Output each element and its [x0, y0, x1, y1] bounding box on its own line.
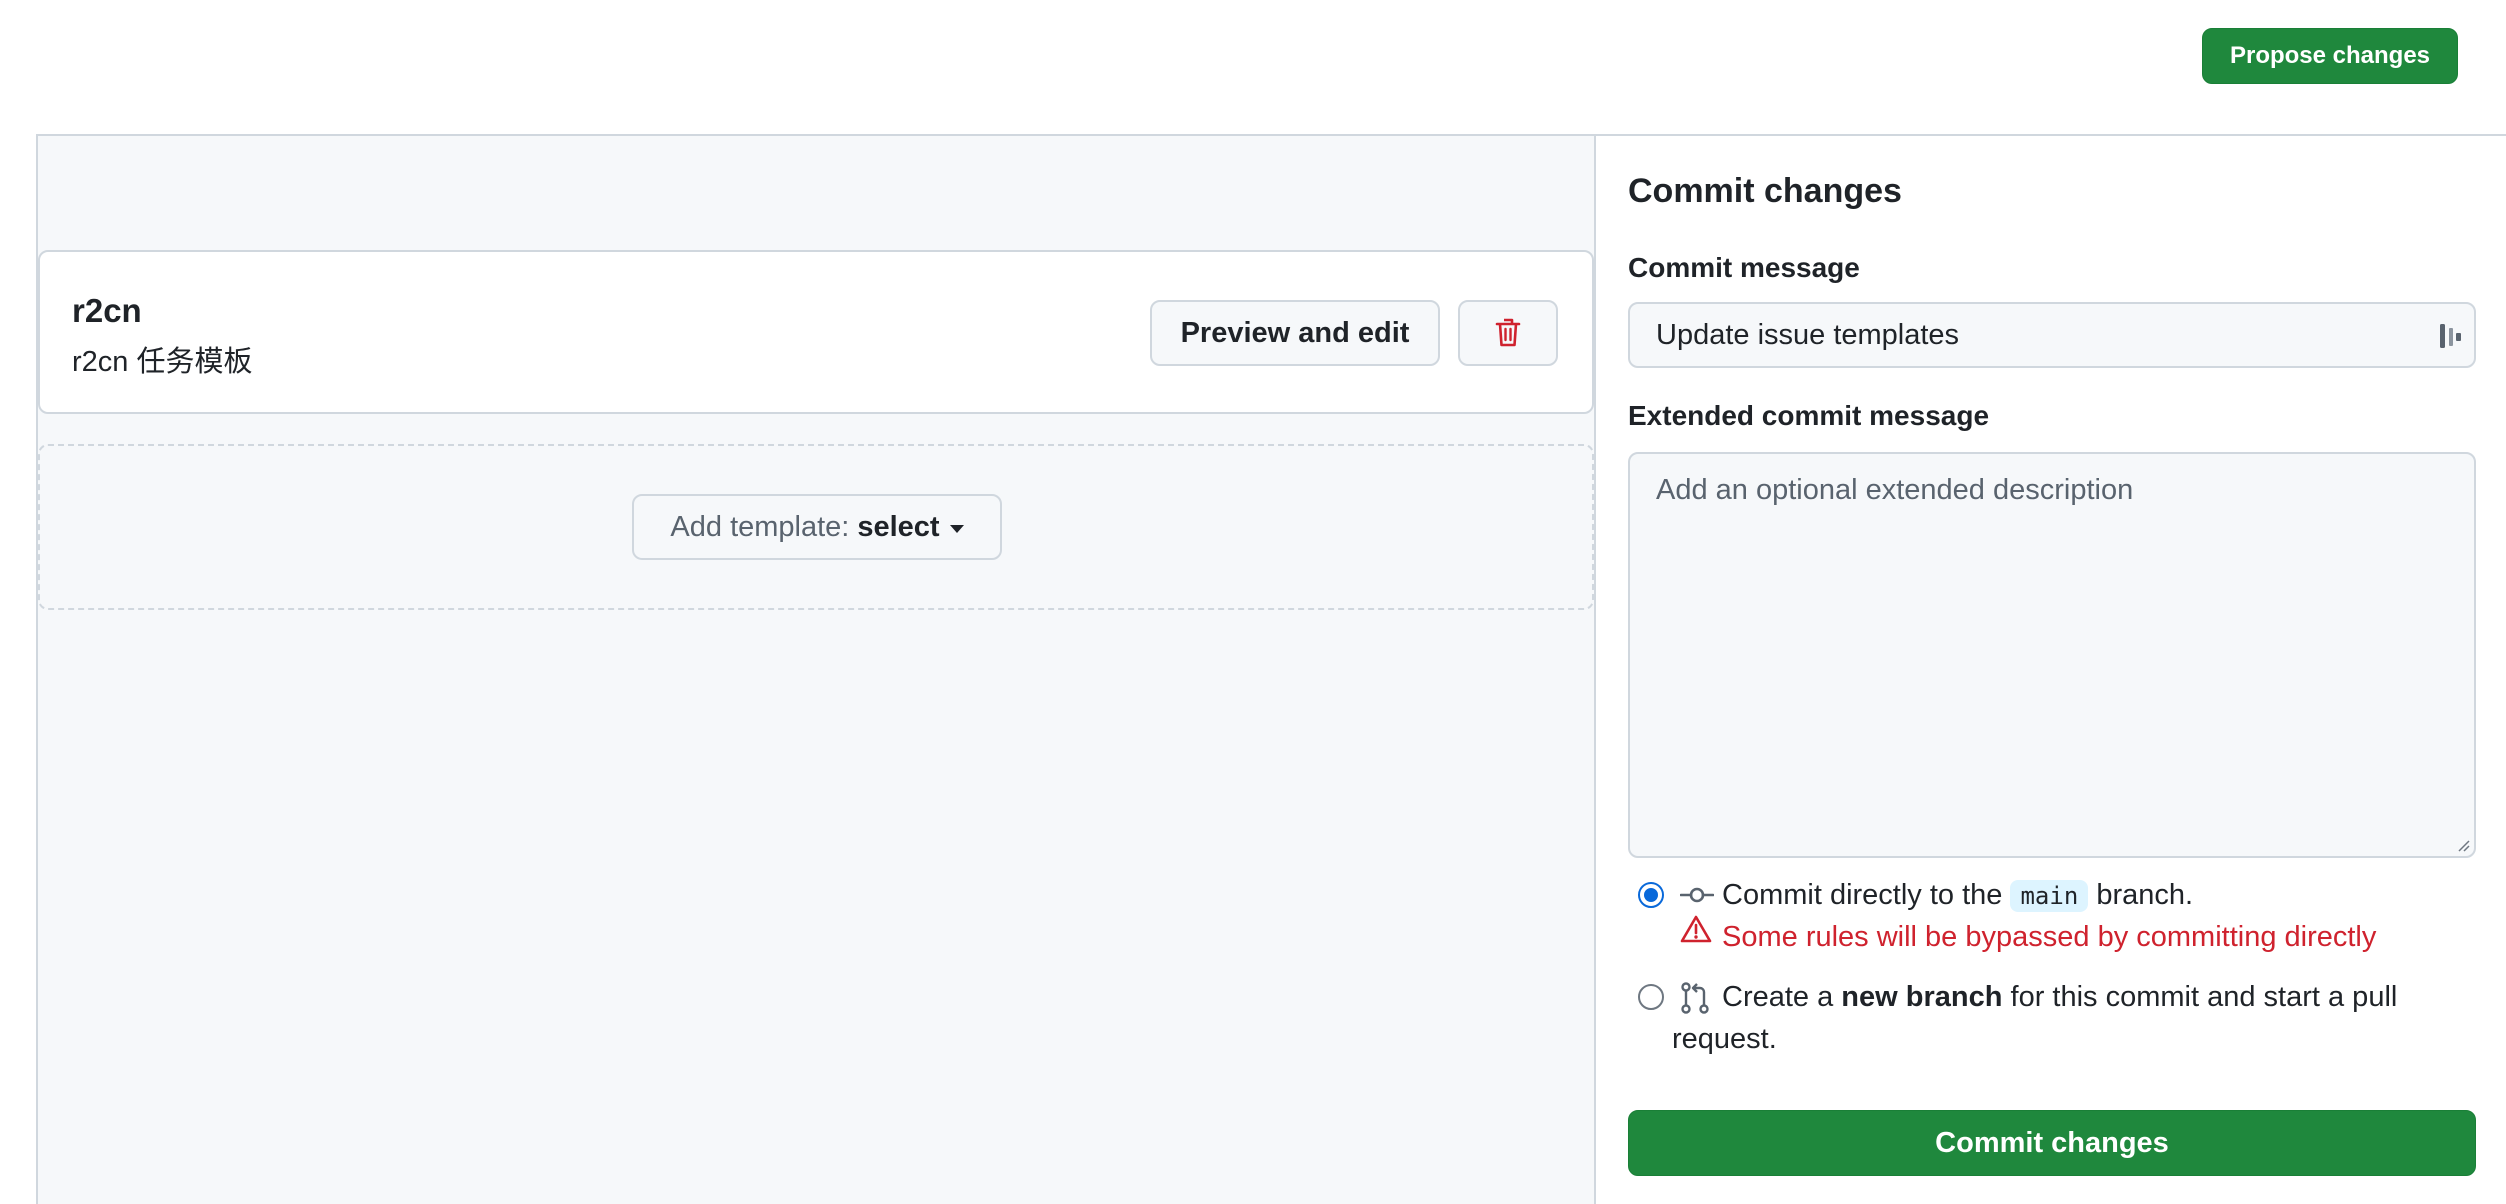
delete-template-button[interactable] [1458, 300, 1558, 366]
add-template-area: Add template: select [38, 444, 1594, 610]
commit-changes-button[interactable]: Commit changes [1628, 1110, 2476, 1176]
extended-message-textarea[interactable]: Add an optional extended description [1628, 452, 2476, 858]
new-branch-label-continued: request. [1672, 1023, 1777, 1055]
commit-message-value: Update issue templates [1656, 318, 1960, 351]
pull-request-icon [1681, 982, 1709, 1014]
branch-name-chip: main [2010, 880, 2089, 912]
new-branch-label: Create a new branch for this commit and … [1722, 976, 2482, 1018]
extended-message-label: Extended commit message [1628, 400, 1990, 431]
add-template-prefix: Add template: [670, 510, 850, 543]
alert-icon [1680, 915, 1712, 943]
propose-changes-button[interactable]: Propose changes [2202, 28, 2458, 84]
copilot-suggest-icon[interactable] [2438, 322, 2464, 350]
commit-message-input[interactable]: Update issue templates [1628, 302, 2476, 368]
new-branch-suffix: for this commit and start a pull [2010, 981, 2398, 1013]
template-description: r2cn 任务模板 [72, 346, 253, 378]
commit-message-label: Commit message [1628, 252, 1860, 283]
trash-icon [1495, 318, 1521, 347]
top-bar: Propose changes [0, 0, 2506, 134]
commit-panel: Commit changes Commit message Update iss… [1594, 136, 2506, 1204]
add-template-dropdown[interactable]: Add template: select [632, 494, 1002, 560]
new-branch-radio[interactable] [1638, 984, 1664, 1010]
templates-pane: r2cn r2cn 任务模板 Preview and edit Add temp… [36, 136, 1594, 1204]
resize-handle-icon[interactable] [2456, 838, 2470, 852]
commit-direct-prefix: Commit directly to the [1722, 879, 2003, 911]
commit-direct-suffix: branch. [2096, 879, 2194, 911]
new-branch-prefix: Create a [1722, 981, 1834, 1013]
template-card: r2cn r2cn 任务模板 Preview and edit [38, 250, 1594, 414]
preview-and-edit-button[interactable]: Preview and edit [1150, 300, 1440, 366]
commit-panel-title: Commit changes [1628, 172, 1902, 210]
new-branch-bold: new branch [1841, 981, 2003, 1013]
caret-down-icon [949, 525, 964, 533]
extended-message-placeholder: Add an optional extended description [1656, 474, 2134, 506]
template-name: r2cn [72, 292, 142, 329]
git-commit-icon [1680, 887, 1714, 903]
bypass-warning: Some rules will be bypassed by committin… [1722, 921, 2377, 953]
commit-direct-radio[interactable] [1638, 882, 1664, 908]
add-template-selected: select [857, 510, 940, 543]
commit-direct-label: Commit directly to the main branch. [1722, 874, 2193, 917]
